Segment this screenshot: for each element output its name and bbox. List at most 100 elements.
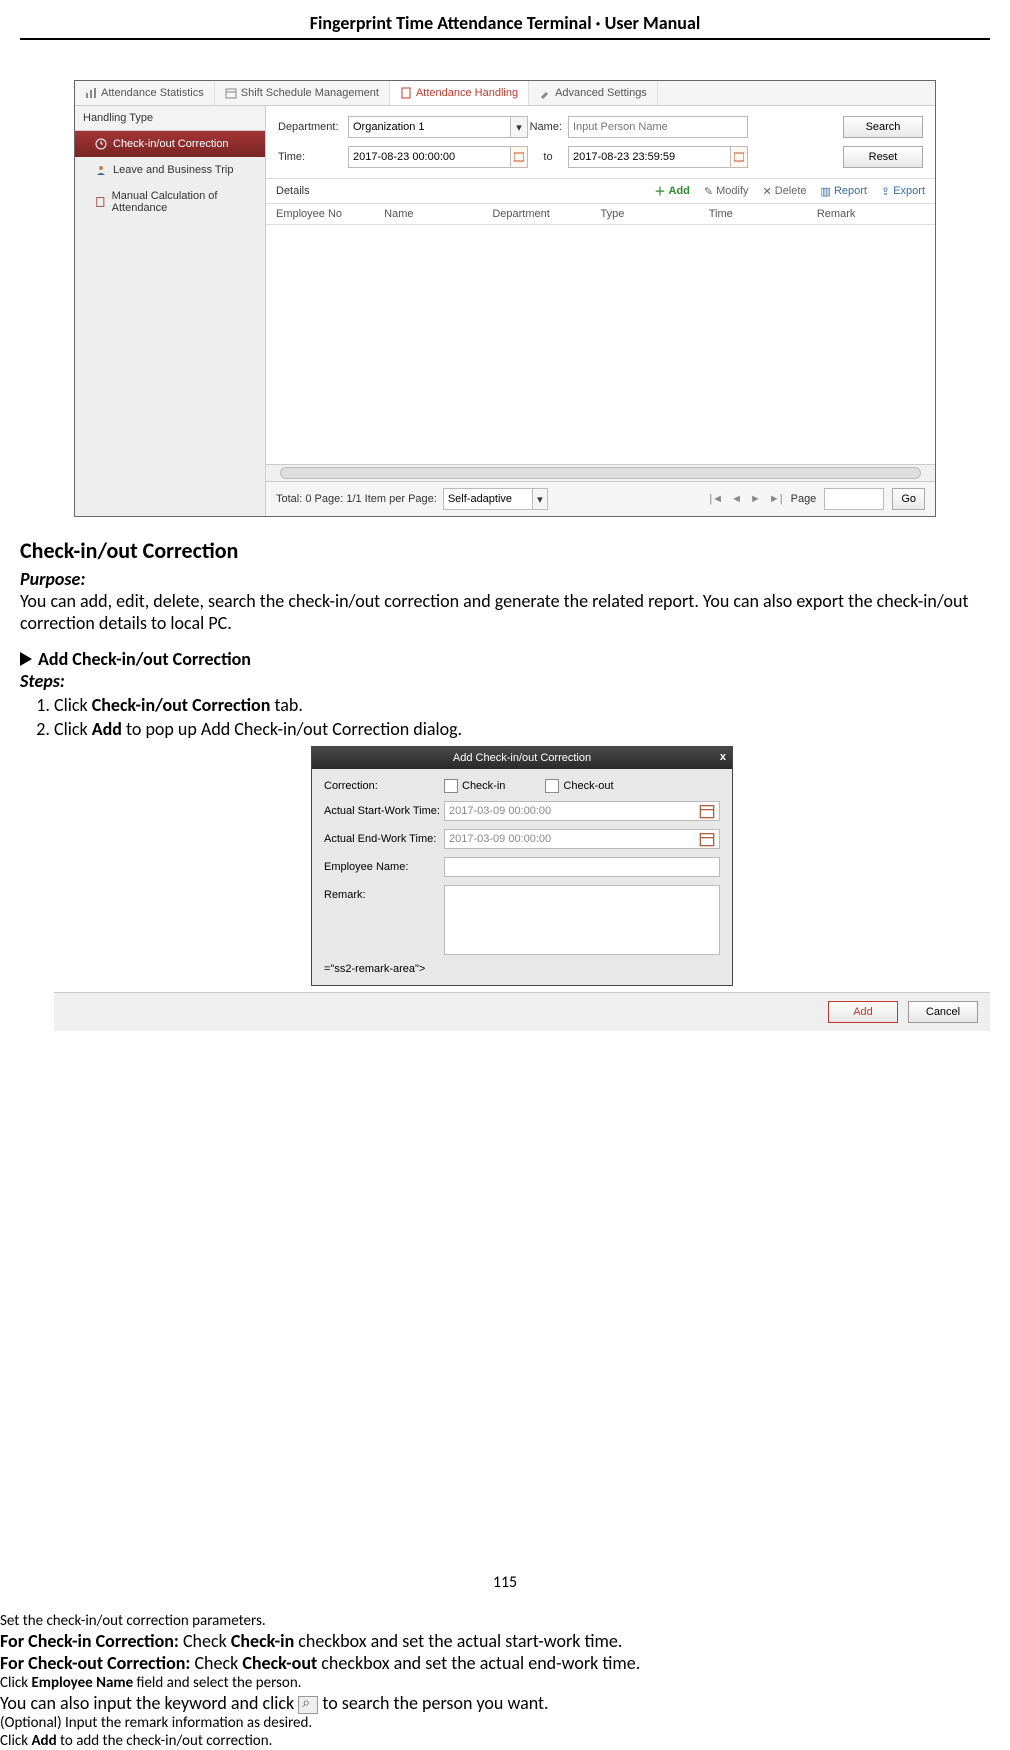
doc-icon xyxy=(400,87,412,99)
sidebar-item-label: Manual Calculation of Attendance xyxy=(112,190,257,214)
tab-attendance-handling[interactable]: Attendance Handling xyxy=(390,81,529,105)
tool-label: Export xyxy=(893,185,925,197)
page-input[interactable] xyxy=(824,488,884,510)
modify-button[interactable]: ✎Modify xyxy=(704,183,749,199)
bold-term: Add xyxy=(92,718,122,740)
col-time[interactable]: Time xyxy=(709,208,817,220)
col-type[interactable]: Type xyxy=(601,208,709,220)
text: Click xyxy=(0,1674,31,1692)
col-name[interactable]: Name xyxy=(384,208,492,220)
sidebar-item-manual-calc[interactable]: Manual Calculation of Attendance xyxy=(75,183,265,221)
tab-shift-schedule[interactable]: Shift Schedule Management xyxy=(215,81,390,105)
calendar-icon[interactable] xyxy=(511,146,528,168)
checkout-checkbox[interactable] xyxy=(545,779,559,793)
end-time-label: Actual End-Work Time: xyxy=(324,833,444,845)
go-button[interactable]: Go xyxy=(892,488,925,510)
name-input[interactable] xyxy=(568,116,748,138)
time-label: Time: xyxy=(278,151,348,163)
text: field and select the person. xyxy=(133,1674,301,1692)
first-page-icon[interactable]: |◄ xyxy=(709,493,723,505)
sidebar-title: Handling Type xyxy=(75,106,265,131)
page-number: 115 xyxy=(0,1573,1010,1592)
tab-attendance-statistics[interactable]: Attendance Statistics xyxy=(75,81,215,105)
details-label: Details xyxy=(276,185,310,197)
checkout-label: Check-out xyxy=(563,780,613,792)
text: tab. xyxy=(270,694,303,716)
purpose-text: You can add, edit, delete, search the ch… xyxy=(20,590,990,634)
add-button[interactable]: ＋Add xyxy=(655,183,690,199)
delete-button[interactable]: ✕Delete xyxy=(763,183,807,199)
department-label: Department: xyxy=(278,121,348,133)
tab-label: Attendance Handling xyxy=(416,87,518,99)
report-button[interactable]: ▥Report xyxy=(821,183,867,199)
items-per-page-select[interactable] xyxy=(443,488,533,510)
main-tabbar: Attendance Statistics Shift Schedule Man… xyxy=(75,81,935,106)
text: Click xyxy=(54,718,92,740)
sidebar-item-leave[interactable]: Leave and Business Trip xyxy=(75,157,265,183)
close-icon[interactable]: x xyxy=(720,751,726,763)
correction-label: Correction: xyxy=(324,780,444,792)
department-select[interactable] xyxy=(348,116,511,138)
details-toolbar: ＋Add ✎Modify ✕Delete ▥Report ⇪Export xyxy=(655,183,925,199)
end-time-input[interactable]: 2017-03-09 00:00:00 xyxy=(444,829,720,849)
text: Set the check-in/out correction paramete… xyxy=(0,1612,266,1630)
prev-page-icon[interactable]: ◄ xyxy=(731,493,742,505)
search-icon xyxy=(298,1696,318,1714)
sidebar-item-label: Leave and Business Trip xyxy=(113,164,233,176)
time-to-input[interactable] xyxy=(568,146,731,168)
filter-bar: Department: ▾ Name: Search Time: xyxy=(266,106,935,178)
edit-icon: ✎ xyxy=(704,185,713,198)
col-department[interactable]: Department xyxy=(492,208,600,220)
steps-label: Steps: xyxy=(20,670,990,692)
end-time-value: 2017-03-09 00:00:00 xyxy=(449,833,551,845)
subsection-label: Add Check-in/out Correction xyxy=(38,648,251,670)
x-icon: ✕ xyxy=(763,185,772,198)
wrench-icon xyxy=(539,87,551,99)
sidebar-item-checkinout[interactable]: Check-in/out Correction xyxy=(75,131,265,157)
checkin-checkbox[interactable] xyxy=(444,779,458,793)
last-page-icon[interactable]: ►| xyxy=(769,493,783,505)
step-4: Click Employee Name field and select the… xyxy=(0,1674,1010,1714)
reset-button[interactable]: Reset xyxy=(843,146,923,168)
col-employee-no[interactable]: Employee No xyxy=(276,208,384,220)
export-button[interactable]: ⇪Export xyxy=(881,183,925,199)
calendar-icon[interactable] xyxy=(699,803,715,819)
chevron-down-icon[interactable]: ▾ xyxy=(533,488,548,510)
tab-label: Shift Schedule Management xyxy=(241,87,379,99)
tool-label: Delete xyxy=(775,185,807,197)
start-time-input[interactable]: 2017-03-09 00:00:00 xyxy=(444,801,720,821)
chart-icon xyxy=(85,87,97,99)
tab-advanced-settings[interactable]: Advanced Settings xyxy=(529,81,658,105)
text: to add the check-in/out correction. xyxy=(57,1732,273,1750)
name-label: Name: xyxy=(528,121,568,133)
bold-term: Check-in/out Correction xyxy=(92,694,271,716)
chevron-down-icon[interactable]: ▾ xyxy=(511,116,528,138)
time-from-input[interactable] xyxy=(348,146,511,168)
dialog-cancel-button[interactable]: Cancel xyxy=(908,1001,978,1023)
footer-summary: Total: 0 Page: 1/1 Item per Page: xyxy=(276,493,437,505)
employee-name-input[interactable] xyxy=(444,857,720,877)
next-page-icon[interactable]: ► xyxy=(750,493,761,505)
step-5: (Optional) Input the remark information … xyxy=(0,1714,1010,1732)
col-remark[interactable]: Remark xyxy=(817,208,925,220)
text: Click xyxy=(54,694,92,716)
tab-label: Attendance Statistics xyxy=(101,87,204,99)
bold-term: Check-out xyxy=(242,1652,317,1674)
horizontal-scrollbar[interactable] xyxy=(266,464,935,481)
calendar-icon[interactable] xyxy=(699,831,715,847)
sidebar: Handling Type Check-in/out Correction Le… xyxy=(75,106,266,516)
steps-list: Click Check-in/out Correction tab. Click… xyxy=(20,694,990,1031)
text: You can also input the keyword and click xyxy=(0,1692,298,1714)
text: Check xyxy=(183,1630,231,1652)
text: Check xyxy=(194,1652,242,1674)
clock-icon xyxy=(95,138,107,150)
search-button[interactable]: Search xyxy=(843,116,923,138)
table-body-empty xyxy=(266,225,935,464)
calendar-icon[interactable] xyxy=(731,146,748,168)
purpose-label: Purpose: xyxy=(20,568,990,590)
subsection-heading: Add Check-in/out Correction xyxy=(20,648,990,670)
dialog-add-button[interactable]: Add xyxy=(828,1001,898,1023)
bold-term: For Check-out Correction: xyxy=(0,1652,194,1674)
remark-textarea[interactable] xyxy=(444,885,720,955)
step-6: Click Add to add the check-in/out correc… xyxy=(0,1732,1010,1750)
